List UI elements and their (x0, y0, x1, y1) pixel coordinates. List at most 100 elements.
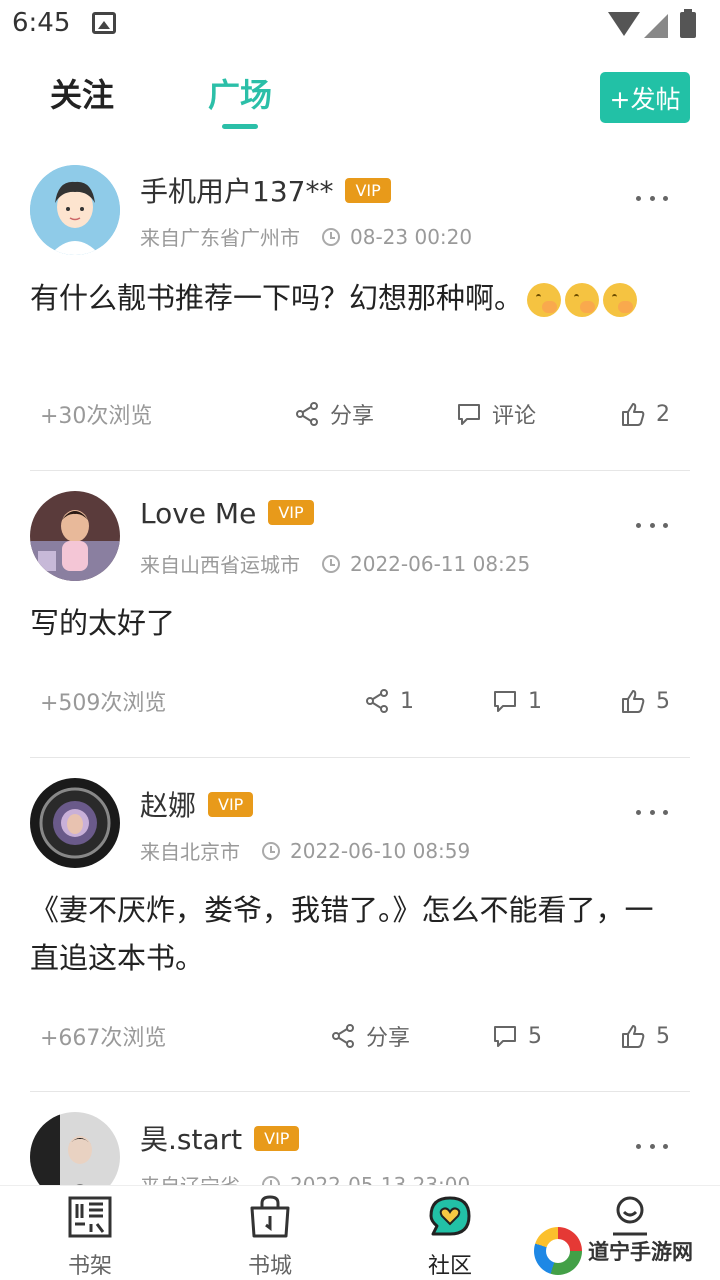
post-content[interactable]: 写的太好了 (30, 599, 670, 647)
comment-count: 1 (528, 688, 542, 714)
clock-icon (322, 227, 340, 246)
username[interactable]: Love Me VIP (140, 497, 314, 530)
avatar[interactable] (30, 491, 120, 581)
nav-item-bookshelf[interactable]: 书架 (40, 1194, 140, 1280)
post-card: 赵娜 VIP 来自北京市 2022-06-10 08:59 《妻不厌炸，娄爷，我错… (0, 758, 720, 1092)
watermark: 道宁手游网 (534, 1226, 714, 1276)
watermark-text: 道宁手游网 (588, 1240, 693, 1264)
location: 来自辽宁省 (140, 1170, 240, 1185)
bookshelf-icon (68, 1196, 112, 1238)
location: 来自广东省广州市 (140, 226, 300, 250)
comment-icon (494, 691, 516, 712)
comment-button[interactable]: 1 (492, 681, 542, 721)
clock-icon (262, 841, 280, 860)
thumbs-up-icon (622, 1025, 645, 1048)
avatar-cartoon-boy-icon (30, 165, 120, 255)
like-count: 5 (656, 688, 670, 714)
wifi-icon (608, 12, 640, 36)
share-label: 分享 (366, 1026, 411, 1051)
status-bar: 6:45 (0, 0, 720, 50)
share-button[interactable]: 分享 (294, 394, 374, 434)
like-count: 2 (656, 401, 670, 427)
image-notification-icon (92, 12, 116, 34)
username[interactable]: 手机用户137** VIP (140, 170, 391, 210)
more-options-icon[interactable] (636, 1140, 668, 1152)
battery-icon (680, 9, 696, 38)
post-actions: +30次浏览 分享 评论 2 (30, 394, 670, 434)
post-content[interactable]: 有什么靓书推荐一下吗？幻想那种啊。 (30, 274, 670, 322)
vip-badge: VIP (345, 177, 391, 203)
view-count: +509次浏览 (40, 691, 167, 716)
view-count: +667次浏览 (40, 1026, 167, 1051)
more-options-icon[interactable] (636, 192, 668, 204)
share-count: 1 (400, 688, 414, 714)
comment-label: 评论 (492, 404, 537, 429)
share-button[interactable]: 1 (364, 681, 414, 721)
comment-button[interactable]: 评论 (456, 394, 536, 434)
new-post-button[interactable]: +发帖 (600, 72, 690, 123)
top-header: 关注 广场 +发帖 (0, 50, 720, 140)
signal-icon (644, 14, 668, 38)
avatar-photo-person-icon (30, 1112, 120, 1185)
avatar[interactable] (30, 778, 120, 868)
status-icons (608, 9, 708, 40)
username-text: 手机用户137** (140, 175, 334, 208)
more-options-icon[interactable] (636, 519, 668, 531)
community-icon (429, 1196, 471, 1236)
comment-count: 5 (528, 1023, 542, 1049)
nav-item-community[interactable]: 社区 (400, 1194, 500, 1280)
tab-square[interactable]: 广场 (208, 70, 272, 116)
avatar-camera-lens-icon (30, 778, 120, 868)
vip-badge: VIP (254, 1125, 300, 1151)
thumbs-up-icon (622, 403, 645, 426)
nav-label: 书城 (247, 1254, 292, 1279)
post-meta: 来自广东省广州市 08-23 00:20 (140, 222, 472, 251)
post-actions: +667次浏览 分享 5 5 (30, 1016, 670, 1056)
comment-button[interactable]: 5 (492, 1016, 542, 1056)
more-options-icon[interactable] (636, 806, 668, 818)
location: 来自北京市 (140, 840, 240, 864)
vip-badge: VIP (268, 499, 314, 525)
status-time: 6:45 (12, 8, 71, 38)
username-text: 昊.start (140, 1123, 243, 1156)
share-label: 分享 (330, 404, 375, 429)
post-text: 《妻不厌炸，娄爷，我错了。》怎么不能看了，一直追这本书。 (30, 893, 654, 975)
vip-badge: VIP (208, 791, 254, 817)
username[interactable]: 赵娜 VIP (140, 784, 254, 824)
post-feed[interactable]: 手机用户137** VIP 来自广东省广州市 08-23 00:20 有什么靓书推… (0, 140, 720, 1185)
timestamp: 2022-05-13 23:00 (290, 1172, 471, 1186)
active-tab-indicator (222, 124, 258, 129)
comment-icon (494, 1026, 516, 1047)
share-icon (366, 689, 388, 713)
share-button[interactable]: 分享 (330, 1016, 410, 1056)
emoji-hand-over-mouth-icon (565, 283, 600, 317)
comment-icon (458, 404, 480, 425)
like-button[interactable]: 5 (620, 681, 670, 721)
view-count: +30次浏览 (40, 404, 153, 429)
timestamp: 2022-06-10 08:59 (290, 838, 471, 863)
clock-icon (262, 1175, 280, 1185)
timestamp: 08-23 00:20 (350, 224, 473, 249)
post-card: Love Me VIP 来自山西省运城市 2022-06-11 08:25 写的太… (0, 471, 720, 758)
username-text: Love Me (140, 497, 257, 530)
post-meta: 来自山西省运城市 2022-06-11 08:25 (140, 549, 530, 578)
tab-follow[interactable]: 关注 (50, 70, 114, 116)
post-content[interactable]: 《妻不厌炸，娄爷，我错了。》怎么不能看了，一直追这本书。 (30, 886, 670, 982)
nav-label: 社区 (427, 1254, 472, 1279)
avatar[interactable] (30, 1112, 120, 1185)
username-text: 赵娜 (140, 789, 197, 822)
post-text: 有什么靓书推荐一下吗？幻想那种啊。 (30, 281, 524, 315)
location: 来自山西省运城市 (140, 553, 300, 577)
emoji-hand-over-mouth-icon (527, 283, 562, 317)
like-button[interactable]: 5 (620, 1016, 670, 1056)
avatar[interactable] (30, 165, 120, 255)
share-icon (332, 1024, 354, 1048)
nav-item-bookstore[interactable]: 书城 (220, 1194, 320, 1280)
thumbs-up-icon (622, 690, 645, 713)
username[interactable]: 昊.start VIP (140, 1118, 300, 1158)
post-card: 手机用户137** VIP 来自广东省广州市 08-23 00:20 有什么靓书推… (0, 140, 720, 471)
post-meta: 来自辽宁省 2022-05-13 23:00 (140, 1170, 470, 1185)
post-card: 昊.start VIP 来自辽宁省 2022-05-13 23:00 (0, 1092, 720, 1185)
bottom-navigation: 书架 书城 社区 道宁手游网 (0, 1185, 720, 1280)
like-button[interactable]: 2 (620, 394, 670, 434)
